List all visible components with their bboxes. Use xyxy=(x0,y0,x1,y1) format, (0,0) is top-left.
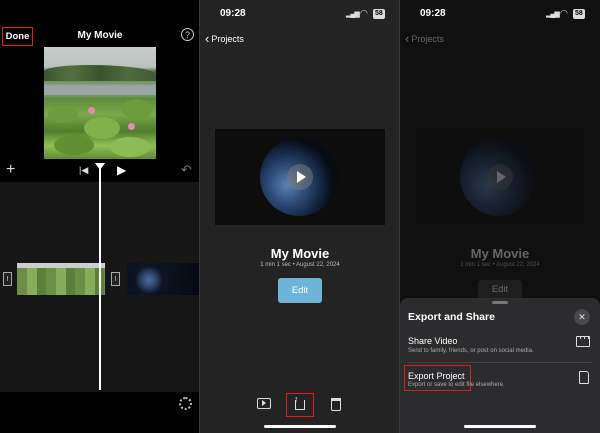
movie-meta: 1 min 1 sec • August 22, 2024 xyxy=(260,262,340,268)
back-label: Projects xyxy=(211,34,244,44)
home-indicator xyxy=(264,425,336,428)
sheet-title: Export and Share xyxy=(408,311,495,323)
playhead xyxy=(99,168,101,390)
battery-badge: 58 xyxy=(373,9,385,19)
status-bar: 09:28 ▂▄▆ ◠ 58 xyxy=(200,8,400,22)
option-subtitle: Export or save to edit file elsewhere. xyxy=(408,382,505,388)
preview-lily xyxy=(54,135,94,155)
preview-lily xyxy=(110,137,150,157)
back-label: Projects xyxy=(411,34,444,44)
preview-lily xyxy=(84,117,120,139)
status-time: 09:28 xyxy=(220,8,246,19)
play-video-icon[interactable] xyxy=(257,398,271,409)
clip-start-handle[interactable]: I xyxy=(3,272,12,286)
play-circle-icon[interactable] xyxy=(287,164,313,190)
back-button[interactable]: ‹ Projects xyxy=(205,30,244,46)
timeline-clip-lotus[interactable] xyxy=(17,263,105,295)
status-bar: 09:28 ▂▄▆ ◠ 58 xyxy=(400,8,600,22)
gear-icon[interactable] xyxy=(179,397,192,410)
share-button[interactable]: ↑ xyxy=(286,393,314,417)
close-icon[interactable]: ✕ xyxy=(574,309,590,325)
signal-icon: ▂▄▆ xyxy=(546,11,560,18)
signal-icon: ▂▄▆ xyxy=(346,11,360,18)
preview-lily xyxy=(48,105,78,123)
edit-button[interactable]: Edit xyxy=(278,278,322,303)
edit-button: Edit xyxy=(478,280,522,298)
help-icon[interactable]: ? xyxy=(181,28,194,41)
sheet-grabber[interactable] xyxy=(492,301,508,304)
wifi-icon: ◠ xyxy=(560,8,568,18)
share-icon xyxy=(295,400,305,410)
option-title: Export Project xyxy=(408,371,465,381)
preview-flower xyxy=(88,107,95,114)
project-detail-panel: 09:28 ▂▄▆ ◠ 58 ‹ Projects My Movie 1 min … xyxy=(200,0,400,433)
project-title: My Movie xyxy=(77,30,123,41)
chevron-left-icon: ‹ xyxy=(405,31,410,46)
home-indicator xyxy=(464,425,536,428)
play-icon[interactable]: ▶ xyxy=(117,163,126,177)
video-preview xyxy=(44,47,156,159)
editor-panel: Done My Movie ? + |◀ ▶ ↶ I I xyxy=(0,0,200,433)
preview-trees xyxy=(44,65,156,81)
document-icon xyxy=(579,371,589,384)
transition-handle[interactable]: I xyxy=(111,272,120,286)
add-media-icon[interactable]: + xyxy=(6,162,15,178)
skip-back-icon[interactable]: |◀ xyxy=(79,165,88,176)
status-time: 09:28 xyxy=(420,8,446,19)
option-subtitle: Send to family, friends, or post on soci… xyxy=(408,348,534,354)
undo-icon[interactable]: ↶ xyxy=(181,162,192,178)
trash-icon[interactable] xyxy=(331,398,341,411)
preview-flower xyxy=(128,123,135,130)
back-button[interactable]: ‹ Projects xyxy=(405,30,444,46)
wifi-icon: ◠ xyxy=(360,8,368,18)
movie-meta: 1 min 1 sec • August 22, 2024 xyxy=(460,262,540,268)
export-share-sheet: Export and Share ✕ Share Video Send to f… xyxy=(400,298,600,433)
timeline-clip-earth[interactable] xyxy=(127,263,200,295)
export-sheet-panel: 09:28 ▂▄▆ ◠ 58 ‹ Projects My Movie 1 min … xyxy=(400,0,600,433)
chevron-left-icon: ‹ xyxy=(205,31,210,46)
video-thumbnail[interactable] xyxy=(215,129,385,225)
video-thumbnail xyxy=(415,129,585,225)
movie-title: My Movie xyxy=(470,246,530,261)
film-icon xyxy=(576,336,590,347)
preview-water xyxy=(44,85,156,95)
editor-bottom-bar xyxy=(0,392,200,433)
option-title: Share Video xyxy=(408,336,458,346)
preview-lily xyxy=(122,99,152,119)
divider xyxy=(408,362,592,363)
battery-badge: 58 xyxy=(573,9,585,19)
play-circle-icon xyxy=(487,164,513,190)
movie-title: My Movie xyxy=(270,246,330,261)
